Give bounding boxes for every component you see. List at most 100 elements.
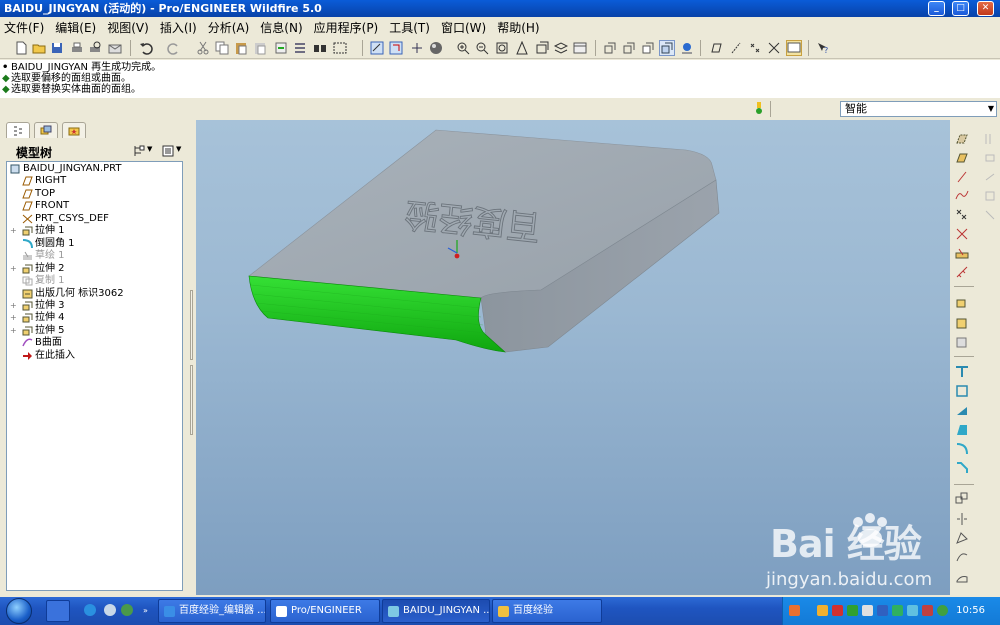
- model-tree-item[interactable]: + 拉伸 3: [7, 300, 182, 312]
- menu-edit[interactable]: 编辑(E): [55, 19, 96, 36]
- task-button[interactable]: Pro/ENGINEER: [270, 599, 380, 623]
- save-icon[interactable]: [50, 41, 64, 55]
- extrude-tool-icon[interactable]: [955, 295, 969, 309]
- menu-help[interactable]: 帮助(H): [497, 19, 539, 36]
- sketch-tool-icon[interactable]: [955, 246, 969, 260]
- zoom-in-icon[interactable]: [456, 41, 470, 55]
- start-button[interactable]: [6, 598, 32, 624]
- orient-mode-icon[interactable]: [410, 41, 424, 55]
- expand-toggle-icon[interactable]: +: [10, 225, 17, 237]
- send-mail-icon[interactable]: [108, 41, 122, 55]
- paste-special-icon[interactable]: [253, 41, 267, 55]
- model-tree-item[interactable]: 草绘 1: [7, 250, 182, 262]
- mirror-tool-icon[interactable]: [955, 512, 969, 526]
- annotation-display-icon[interactable]: [786, 40, 802, 56]
- undo-icon[interactable]: [139, 41, 153, 55]
- chevron-down-icon[interactable]: ▼: [147, 145, 152, 153]
- menu-file[interactable]: 文件(F): [4, 19, 44, 36]
- print-preview-icon[interactable]: [88, 41, 102, 55]
- pattern-tool-icon[interactable]: [955, 492, 969, 506]
- model-tree-item[interactable]: 在此插入: [7, 350, 182, 362]
- tab-model-tree[interactable]: [6, 122, 30, 138]
- shading-icon[interactable]: [659, 40, 675, 56]
- revolve-tool-icon[interactable]: [955, 316, 969, 330]
- datum-point-icon[interactable]: [955, 208, 969, 222]
- model-tree-item[interactable]: FRONT: [7, 200, 182, 212]
- extend-tool-icon[interactable]: [955, 570, 969, 584]
- tray-app-icon[interactable]: [907, 605, 918, 616]
- panel-splitter[interactable]: [188, 120, 196, 595]
- select-box-icon[interactable]: [333, 41, 347, 55]
- print-icon[interactable]: [70, 41, 84, 55]
- hidden-line-icon[interactable]: [622, 41, 636, 55]
- task-button[interactable]: 百度经验_编辑器 ...: [158, 599, 266, 623]
- datum-plane-tool-icon[interactable]: [955, 132, 969, 146]
- open-folder-icon[interactable]: [32, 41, 46, 55]
- wireframe-icon[interactable]: [603, 41, 617, 55]
- cut-icon[interactable]: [196, 41, 210, 55]
- model-tree-item[interactable]: TOP: [7, 188, 182, 200]
- task-button[interactable]: 百度经验: [492, 599, 602, 623]
- saved-views-icon[interactable]: [535, 41, 549, 55]
- expand-toggle-icon[interactable]: +: [10, 312, 17, 324]
- hole-tool-icon[interactable]: [955, 364, 969, 378]
- round-tool-icon[interactable]: [955, 442, 969, 456]
- repaint-icon[interactable]: [370, 41, 384, 55]
- splitter-grip[interactable]: [190, 290, 193, 360]
- layers-icon[interactable]: [554, 41, 568, 55]
- expand-toggle-icon[interactable]: +: [10, 300, 17, 312]
- datum-axis-icon[interactable]: [955, 170, 969, 184]
- model-tree-item[interactable]: 复制 1: [7, 275, 182, 287]
- merge-tool-icon[interactable]: [955, 531, 969, 545]
- close-button[interactable]: ✕: [977, 1, 994, 16]
- app-quicklaunch-icon[interactable]: [121, 604, 133, 616]
- show-desktop-button[interactable]: [46, 600, 70, 622]
- analysis-feature-icon[interactable]: [955, 265, 969, 279]
- tray-app-icon[interactable]: [922, 605, 933, 616]
- rib-tool-icon[interactable]: [955, 403, 969, 417]
- csys-tool-icon[interactable]: [955, 227, 969, 241]
- tray-app-icon[interactable]: [832, 605, 843, 616]
- datum-point-display-icon[interactable]: [748, 41, 762, 55]
- model-tree-item[interactable]: RIGHT: [7, 175, 182, 187]
- display-style-icon[interactable]: [429, 41, 443, 55]
- model-tree-item[interactable]: 出版几何 标识3062: [7, 288, 182, 300]
- menu-tools[interactable]: 工具(T): [389, 19, 430, 36]
- tray-app-icon[interactable]: [789, 605, 800, 616]
- model-tree-item[interactable]: PRT_CSYS_DEF: [7, 213, 182, 225]
- selection-filter-dropdown[interactable]: 智能 ▼: [840, 101, 997, 117]
- tab-favorites[interactable]: [62, 122, 86, 138]
- datum-plane-display-icon[interactable]: [709, 41, 723, 55]
- redo-icon[interactable]: [167, 41, 181, 55]
- trim-tool-icon[interactable]: [955, 550, 969, 564]
- menu-info[interactable]: 信息(N): [260, 19, 302, 36]
- ie-quicklaunch-icon[interactable]: [84, 604, 96, 616]
- chevron-double-right-icon[interactable]: »: [143, 606, 148, 615]
- menu-window[interactable]: 窗口(W): [441, 19, 486, 36]
- find-icon[interactable]: [313, 41, 327, 55]
- tray-app-icon[interactable]: [892, 605, 903, 616]
- model-tree-item[interactable]: + 拉伸 4: [7, 312, 182, 324]
- datum-plane-icon[interactable]: [955, 151, 969, 165]
- splitter-grip[interactable]: [190, 365, 193, 435]
- refit-icon[interactable]: [495, 41, 509, 55]
- zoom-out-icon[interactable]: [475, 41, 489, 55]
- minimize-button[interactable]: _: [928, 1, 945, 16]
- network-icon[interactable]: [877, 605, 888, 616]
- model-tree-item[interactable]: 倒圆角 1: [7, 238, 182, 250]
- datum-axis-display-icon[interactable]: [729, 41, 743, 55]
- view-manager-icon[interactable]: [573, 41, 587, 55]
- tree-show-icon[interactable]: [162, 145, 174, 157]
- menu-applications[interactable]: 应用程序(P): [314, 19, 379, 36]
- regenerate-icon[interactable]: [274, 41, 288, 55]
- context-help-icon[interactable]: ?: [816, 41, 830, 55]
- maximize-button[interactable]: □: [952, 1, 969, 16]
- draft-tool-icon[interactable]: [955, 423, 969, 437]
- tab-folder-browser[interactable]: [34, 122, 58, 138]
- expand-toggle-icon[interactable]: +: [10, 263, 17, 275]
- chamfer-tool-icon[interactable]: [955, 461, 969, 475]
- menu-view[interactable]: 视图(V): [107, 19, 149, 36]
- task-button[interactable]: BAIDU_JINGYAN ...: [382, 599, 490, 623]
- enhanced-realism-icon[interactable]: [680, 41, 694, 55]
- menu-insert[interactable]: 插入(I): [160, 19, 197, 36]
